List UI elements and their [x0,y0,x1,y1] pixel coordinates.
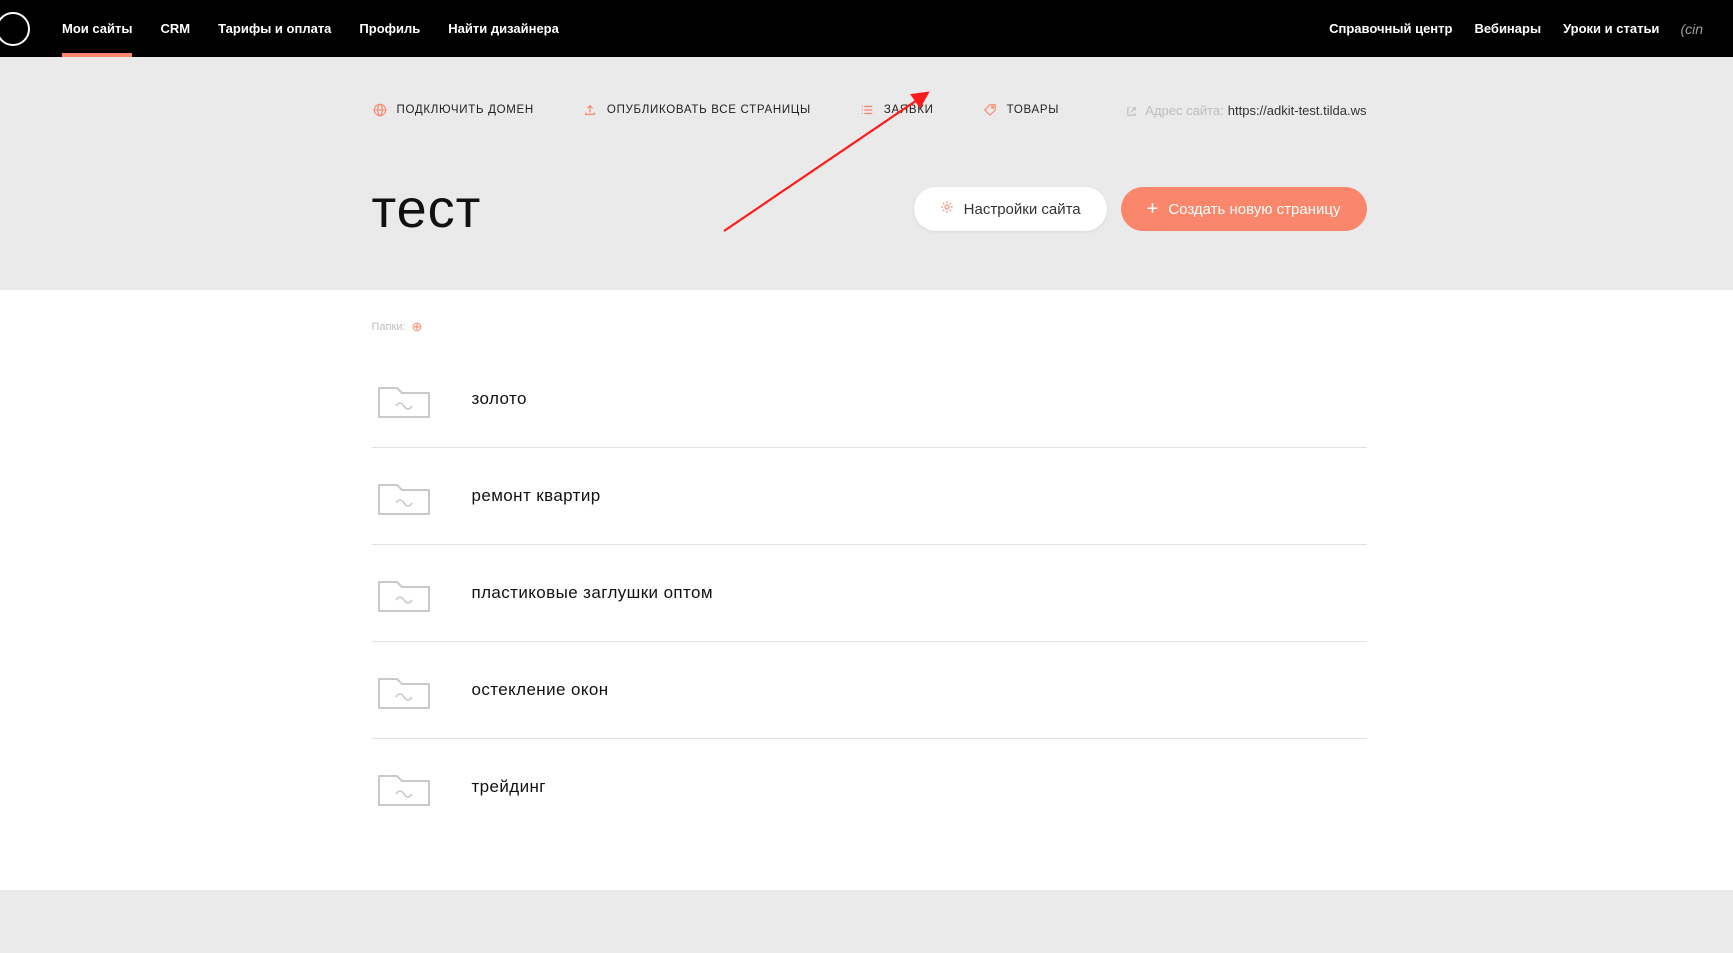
folder-icon [376,378,432,420]
globe-icon [372,102,388,118]
nav-tariffs[interactable]: Тарифы и оплата [204,0,345,57]
folder-name: пластиковые заглушки оптом [472,583,713,603]
folder-icon [376,669,432,711]
folder-icon [376,572,432,614]
nav-find-designer[interactable]: Найти дизайнера [434,0,573,57]
upload-icon [582,102,598,118]
folder-row[interactable]: ремонт квартир [372,448,1367,545]
action-label: ЗАЯВКИ [884,104,934,116]
action-publish-all[interactable]: ОПУБЛИКОВАТЬ ВСЕ СТРАНИЦЫ [582,102,811,118]
new-page-button[interactable]: + Создать новую страницу [1121,187,1367,231]
folder-name: золото [472,389,527,409]
action-label: ОПУБЛИКОВАТЬ ВСЕ СТРАНИЦЫ [607,104,811,116]
button-label: Создать новую страницу [1168,201,1340,218]
folder-name: ремонт квартир [472,486,601,506]
gear-icon [940,200,954,218]
folders-label-text: Папки: [372,321,406,333]
add-folder-icon[interactable]: ⊕ [412,320,423,333]
action-label: ПОДКЛЮЧИТЬ ДОМЕН [397,104,534,116]
project-title: тест [372,178,482,240]
action-requests[interactable]: ЗАЯВКИ [859,102,934,118]
top-nav: Мои сайты CRM Тарифы и оплата Профиль На… [0,0,1733,57]
button-label: Настройки сайта [964,201,1081,218]
address-value: https://adkit-test.tilda.ws [1228,103,1367,118]
action-label: ТОВАРЫ [1007,104,1059,116]
folders-heading: Папки: ⊕ [372,320,1367,333]
nav-crm[interactable]: CRM [146,0,204,57]
folder-name: трейдинг [472,777,546,797]
folder-icon [376,766,432,808]
folder-icon [376,475,432,517]
site-settings-button[interactable]: Настройки сайта [914,187,1107,231]
logo-icon[interactable] [0,12,30,46]
folder-row[interactable]: золото [372,351,1367,448]
nav-my-sites[interactable]: Мои сайты [48,0,146,57]
nav-profile[interactable]: Профиль [345,0,434,57]
nav-help-center[interactable]: Справочный центр [1318,21,1463,36]
external-link-icon [1126,105,1137,120]
nav-lessons[interactable]: Уроки и статьи [1552,21,1670,36]
folder-row[interactable]: остекление окон [372,642,1367,739]
list-icon [859,102,875,118]
action-connect-domain[interactable]: ПОДКЛЮЧИТЬ ДОМЕН [372,102,534,118]
nav-webinars[interactable]: Вебинары [1463,21,1552,36]
folder-name: остекление окон [472,680,609,700]
address-prefix: Адрес сайта: [1145,103,1223,118]
folder-row[interactable]: трейдинг [372,739,1367,835]
action-row: ПОДКЛЮЧИТЬ ДОМЕН ОПУБЛИКОВАТЬ ВСЕ СТРАНИ… [372,57,1367,118]
nav-tail-text: (cin [1670,21,1703,37]
folder-row[interactable]: пластиковые заглушки оптом [372,545,1367,642]
action-products[interactable]: ТОВАРЫ [982,102,1059,118]
site-address[interactable]: Адрес сайта: https://adkit-test.tilda.ws [1126,103,1366,118]
tag-icon [982,102,998,118]
